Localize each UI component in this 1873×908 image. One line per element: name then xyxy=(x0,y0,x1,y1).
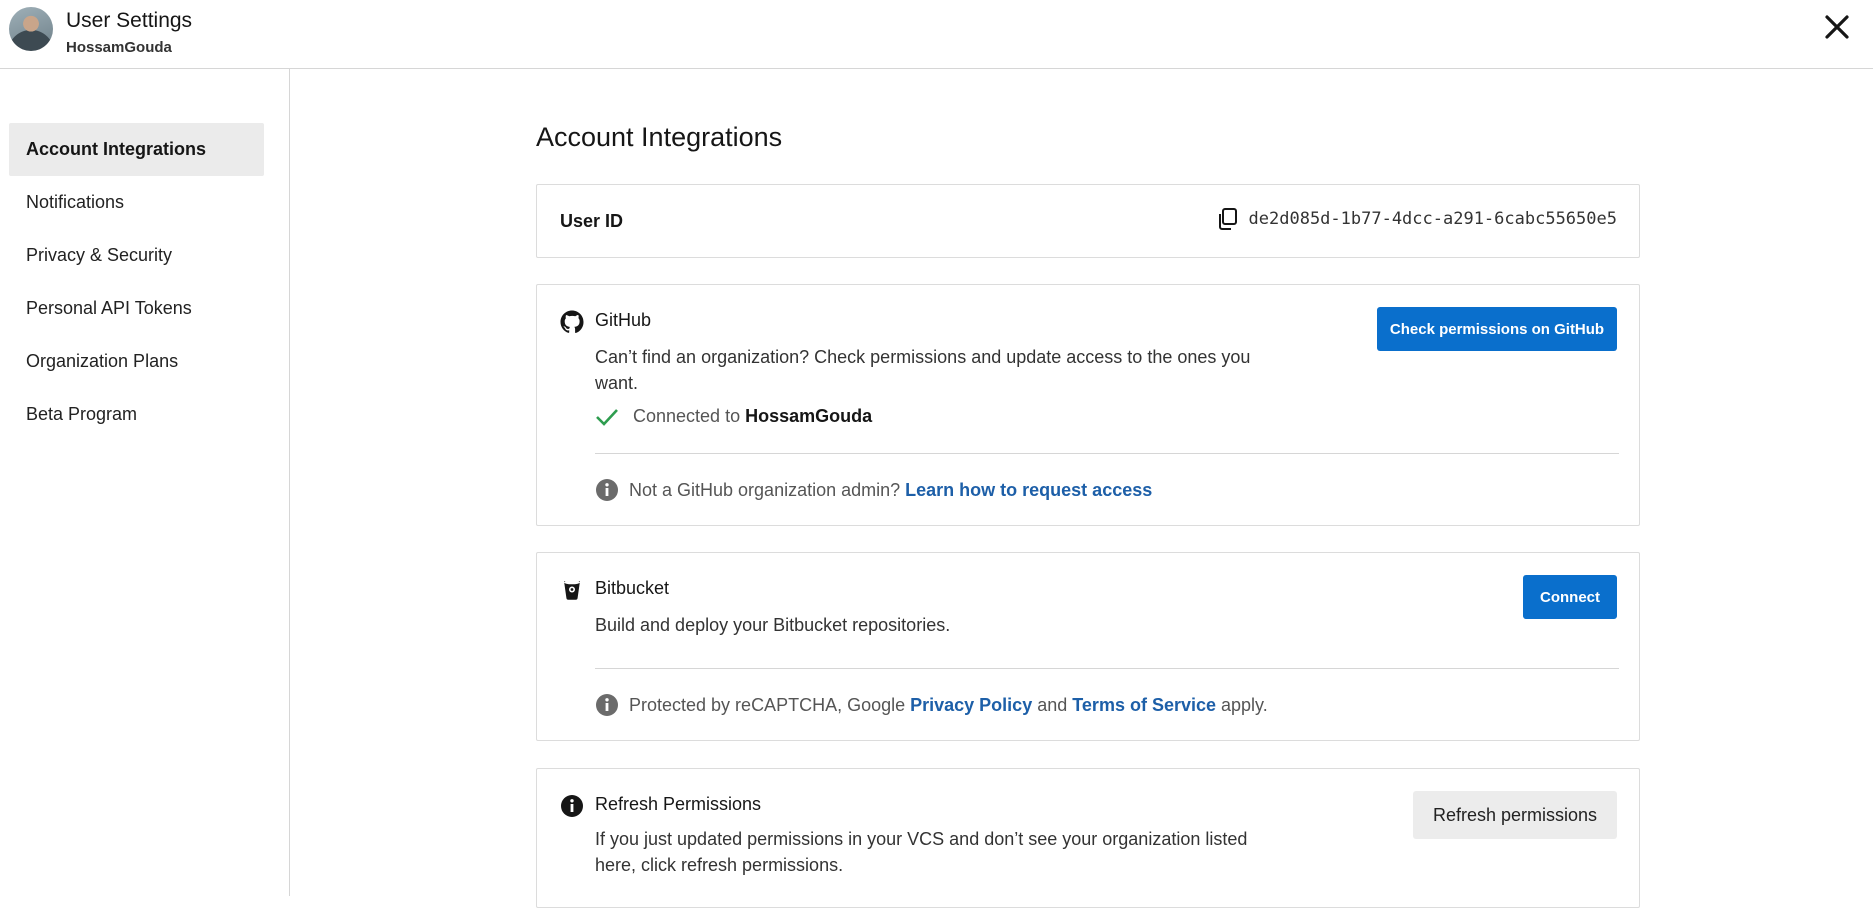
sidebar-item-privacy-security[interactable]: Privacy & Security xyxy=(9,229,264,282)
bitbucket-connect-button[interactable]: Connect xyxy=(1523,575,1617,619)
privacy-policy-link[interactable]: Privacy Policy xyxy=(910,695,1032,716)
bitbucket-card: Bitbucket Build and deploy your Bitbucke… xyxy=(536,552,1640,741)
main-title: Account Integrations xyxy=(536,122,783,152)
refresh-permissions-card: Refresh Permissions If you just updated … xyxy=(536,768,1640,908)
recaptcha-and: and xyxy=(1037,694,1068,715)
github-admin-note: Not a GitHub organization admin? Learn h… xyxy=(595,478,1152,502)
user-id-group: de2d085d-1b77-4dcc-a291-6cabc55650e5 xyxy=(1217,207,1617,231)
sidebar-item-label: Beta Program xyxy=(26,404,138,424)
recaptcha-suffix: apply. xyxy=(1221,694,1268,715)
check-permissions-github-button[interactable]: Check permissions on GitHub xyxy=(1377,307,1617,351)
request-access-link[interactable]: Learn how to request access xyxy=(905,480,1152,501)
sidebar-item-personal-api-tokens[interactable]: Personal API Tokens xyxy=(9,282,264,335)
avatar xyxy=(9,7,53,51)
copy-icon[interactable] xyxy=(1217,207,1239,231)
check-icon xyxy=(596,408,618,426)
sidebar-item-label: Personal API Tokens xyxy=(26,298,192,318)
info-icon xyxy=(596,479,618,501)
connected-label: Connected to xyxy=(633,406,741,426)
close-button[interactable] xyxy=(1820,10,1854,44)
info-icon xyxy=(596,694,618,716)
sidebar-item-label: Notifications xyxy=(26,192,125,212)
github-connected-status: Connected to HossamGouda xyxy=(595,406,872,427)
github-icon xyxy=(560,310,584,334)
sidebar-item-label: Privacy & Security xyxy=(26,245,173,265)
divider xyxy=(595,453,1619,454)
sidebar-item-notifications[interactable]: Notifications xyxy=(9,176,264,229)
close-icon xyxy=(1825,15,1849,39)
admin-note-text: Not a GitHub organization admin? xyxy=(629,479,901,500)
user-id-label: User ID xyxy=(560,211,624,231)
recaptcha-text: Protected by reCAPTCHA, Google xyxy=(629,694,906,715)
connected-username: HossamGouda xyxy=(745,406,873,426)
refresh-permissions-description: If you just updated permissions in your … xyxy=(595,829,1248,875)
bitbucket-title: Bitbucket xyxy=(595,578,670,598)
bitbucket-description: Build and deploy your Bitbucket reposito… xyxy=(595,615,951,635)
page-header-title: User Settings xyxy=(66,9,193,32)
bitbucket-icon xyxy=(564,580,580,600)
info-icon xyxy=(561,795,583,817)
user-id-card: User ID de2d085d-1b77-4dcc-a291-6cabc556… xyxy=(536,184,1640,258)
sidebar-item-beta-program[interactable]: Beta Program xyxy=(9,388,264,441)
refresh-permissions-button[interactable]: Refresh permissions xyxy=(1413,791,1617,839)
header-username: HossamGouda xyxy=(66,39,172,56)
github-description: Can’t find an organization? Check permis… xyxy=(595,347,1251,393)
refresh-permissions-title: Refresh Permissions xyxy=(595,794,762,814)
github-title: GitHub xyxy=(595,310,652,330)
sidebar-item-label: Organization Plans xyxy=(26,351,179,371)
top-bar: User Settings HossamGouda xyxy=(0,0,1873,69)
sidebar-item-label: Account Integrations xyxy=(26,139,207,159)
github-card: GitHub Can’t find an organization? Check… xyxy=(536,284,1640,526)
user-id-value: de2d085d-1b77-4dcc-a291-6cabc55650e5 xyxy=(1248,209,1617,229)
sidebar-item-organization-plans[interactable]: Organization Plans xyxy=(9,335,264,388)
terms-of-service-link[interactable]: Terms of Service xyxy=(1072,695,1216,716)
sidebar-item-account-integrations[interactable]: Account Integrations xyxy=(9,123,264,176)
sidebar: Account Integrations Notifications Priva… xyxy=(0,69,290,896)
recaptcha-note: Protected by reCAPTCHA, Google Privacy P… xyxy=(595,693,1268,717)
divider xyxy=(595,668,1619,669)
